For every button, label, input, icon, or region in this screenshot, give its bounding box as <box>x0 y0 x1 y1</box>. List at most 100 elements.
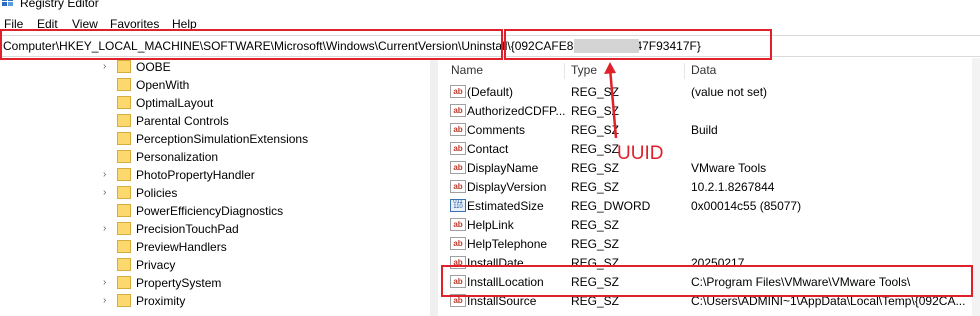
value-row[interactable]: ab HelpLink REG_SZ <box>442 215 980 234</box>
value-type: REG_SZ <box>571 218 620 232</box>
tree-item[interactable]: › Policies <box>0 184 430 202</box>
uuid-highlight-box <box>504 29 772 60</box>
value-name: HelpLink <box>467 218 514 232</box>
folder-icon <box>117 276 131 289</box>
key-tree: › OOBE OpenWith OptimalLayout Parental Contr… <box>0 58 430 316</box>
binary-value-icon: 011 110 <box>450 199 466 212</box>
folder-icon <box>117 204 131 217</box>
value-name: Comments <box>467 123 526 137</box>
column-header-type[interactable]: Type <box>571 63 597 79</box>
string-value-icon: ab <box>450 142 466 155</box>
tree-item[interactable]: Personalization <box>0 148 430 166</box>
chevron-right-icon[interactable]: › <box>103 223 106 234</box>
folder-icon <box>117 186 131 199</box>
value-data: Build <box>691 123 718 137</box>
install-location-highlight-box <box>441 265 973 297</box>
tree-item-label: Personalization <box>136 150 219 164</box>
value-name: DisplayVersion <box>467 180 547 194</box>
tree-item-label: PhotoPropertyHandler <box>136 168 255 182</box>
folder-icon <box>117 168 131 181</box>
tree-item-label: OptimalLayout <box>136 96 214 110</box>
column-separator[interactable] <box>684 63 685 79</box>
folder-icon <box>117 60 131 73</box>
folder-icon <box>117 132 131 145</box>
tree-item-label: OpenWith <box>136 78 190 92</box>
string-value-icon: ab <box>450 85 466 98</box>
tree-item[interactable]: Parental Controls <box>0 112 430 130</box>
string-value-icon: ab <box>450 161 466 174</box>
tree-item[interactable]: › Proximity <box>0 292 430 310</box>
folder-icon <box>117 150 131 163</box>
value-type: REG_DWORD <box>571 199 651 213</box>
string-value-icon: ab <box>450 218 466 231</box>
value-type: REG_SZ <box>571 161 620 175</box>
folder-icon <box>117 240 131 253</box>
value-name: Contact <box>467 142 509 156</box>
value-row[interactable]: ab AuthorizedCDFP... REG_SZ <box>442 101 980 120</box>
value-data: VMware Tools <box>691 161 767 175</box>
tree-item[interactable]: PreviewHandlers <box>0 238 430 256</box>
tree-item-label: PropertySystem <box>136 276 222 290</box>
value-row[interactable]: ab Comments REG_SZ Build <box>442 120 980 139</box>
string-value-icon: ab <box>450 180 466 193</box>
uuid-label: UUID <box>617 143 664 164</box>
value-row[interactable]: 011 110 EstimatedSize REG_DWORD 0x00014c55 … <box>442 196 980 215</box>
column-header-name[interactable]: Name <box>451 63 483 79</box>
value-data: (value not set) <box>691 85 768 99</box>
tree-item[interactable]: PowerEfficiencyDiagnostics <box>0 202 430 220</box>
value-row[interactable]: ab HelpTelephone REG_SZ <box>442 234 980 253</box>
value-row[interactable]: ab Contact REG_SZ <box>442 139 980 158</box>
tree-item[interactable]: Privacy <box>0 256 430 274</box>
folder-icon <box>117 96 131 109</box>
string-value-icon: ab <box>450 104 466 117</box>
value-row[interactable]: ab DisplayVersion REG_SZ 10.2.1.8267844 <box>442 177 980 196</box>
chevron-right-icon[interactable]: › <box>103 61 106 72</box>
string-value-icon: ab <box>450 123 466 136</box>
tree-item[interactable]: › OOBE <box>0 58 430 76</box>
string-value-icon: ab <box>450 237 466 250</box>
tree-item-label: PerceptionSimulationExtensions <box>136 132 309 146</box>
tree-item-label: Parental Controls <box>136 114 229 128</box>
chevron-right-icon[interactable]: › <box>103 295 106 306</box>
tree-item-label: Privacy <box>136 258 176 272</box>
tree-item-label: OOBE <box>136 60 171 74</box>
tree-item-label: PowerEfficiencyDiagnostics <box>136 204 284 218</box>
folder-icon <box>117 294 131 307</box>
column-header-data[interactable]: Data <box>691 63 716 79</box>
tree-item-label: PreviewHandlers <box>136 240 227 254</box>
value-type: REG_SZ <box>571 237 620 251</box>
tree-item[interactable]: › PhotoPropertyHandler <box>0 166 430 184</box>
chevron-right-icon[interactable]: › <box>103 277 106 288</box>
tree-item[interactable]: PerceptionSimulationExtensions <box>0 130 430 148</box>
value-name: (Default) <box>467 85 514 99</box>
uuid-arrow <box>604 62 618 139</box>
folder-icon <box>117 78 131 91</box>
value-data: 0x00014c55 (85077) <box>691 199 802 213</box>
value-row[interactable]: ab (Default) REG_SZ (value not set) <box>442 82 980 101</box>
tree-item[interactable]: › PropertySystem <box>0 274 430 292</box>
chevron-right-icon[interactable]: › <box>103 187 106 198</box>
window-title: Registry Editor <box>20 0 99 10</box>
address-highlight-box <box>0 29 503 60</box>
value-type: REG_SZ <box>571 142 620 156</box>
value-name: HelpTelephone <box>467 237 548 251</box>
value-scrollbar[interactable] <box>972 58 980 316</box>
tree-scrollbar[interactable] <box>430 58 438 316</box>
tree-item-label: Policies <box>136 186 178 200</box>
registry-icon <box>2 0 14 7</box>
tree-item-label: PrecisionTouchPad <box>136 222 239 236</box>
value-data: 10.2.1.8267844 <box>691 180 775 194</box>
value-type: REG_SZ <box>571 180 620 194</box>
tree-item[interactable]: OptimalLayout <box>0 94 430 112</box>
column-separator[interactable] <box>564 63 565 79</box>
value-name: EstimatedSize <box>467 199 544 213</box>
chevron-right-icon[interactable]: › <box>103 169 106 180</box>
folder-icon <box>117 258 131 271</box>
title-bar: Registry Editor <box>0 0 980 10</box>
tree-item[interactable]: › PrecisionTouchPad <box>0 220 430 238</box>
tree-item-label: Proximity <box>136 294 186 308</box>
tree-item[interactable]: OpenWith <box>0 76 430 94</box>
folder-icon <box>117 222 131 235</box>
value-name: AuthorizedCDFP... <box>467 104 566 118</box>
value-row[interactable]: ab DisplayName REG_SZ VMware Tools <box>442 158 980 177</box>
